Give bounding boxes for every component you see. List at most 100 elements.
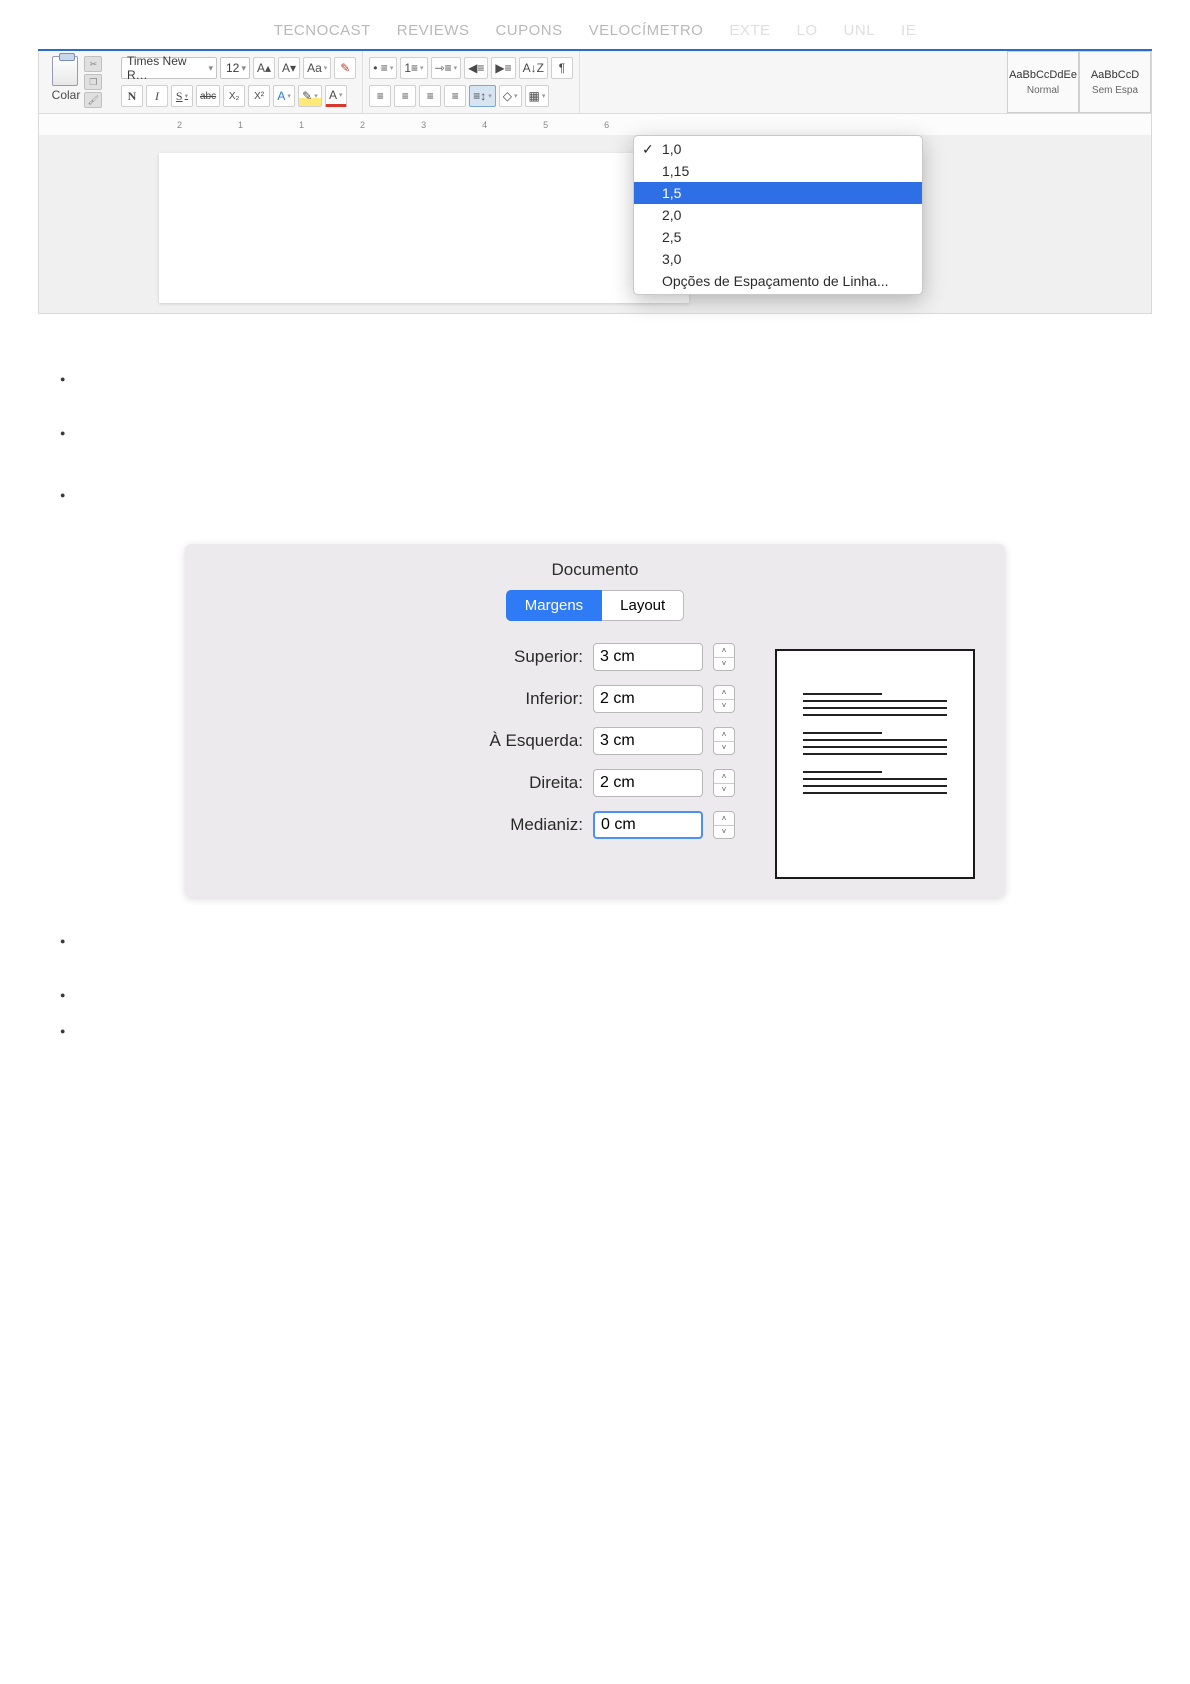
chevron-up-icon[interactable]: ˄ bbox=[714, 686, 734, 700]
bullet bbox=[60, 374, 1190, 384]
chevron-down-icon[interactable]: ˅ bbox=[714, 658, 734, 671]
horizontal-ruler[interactable]: 2 1 1 2 3 4 5 6 bbox=[39, 113, 1151, 135]
number-list-button[interactable]: 1≡ bbox=[400, 57, 427, 79]
style-preview: AaBbCcD bbox=[1091, 69, 1139, 81]
label-right: Direita: bbox=[403, 773, 583, 793]
underline-button[interactable]: S bbox=[171, 85, 193, 107]
subscript-button[interactable]: X₂ bbox=[223, 85, 245, 107]
margin-fields: Superior: 3 cm ˄˅ Inferior: 2 cm ˄˅ À Es… bbox=[215, 643, 735, 853]
line-spacing-option[interactable]: 1,0 bbox=[634, 138, 922, 160]
ruler-mark: 1 bbox=[299, 120, 304, 130]
font-name-combo[interactable]: Times New R… bbox=[121, 57, 217, 79]
tab-layout[interactable]: Layout bbox=[602, 590, 684, 621]
input-bottom[interactable]: 2 cm bbox=[593, 685, 703, 713]
stepper-bottom[interactable]: ˄˅ bbox=[713, 685, 735, 713]
indent-button[interactable]: ▶≡ bbox=[491, 57, 515, 79]
line-spacing-option[interactable]: 2,5 bbox=[634, 226, 922, 248]
styles-gallery: AaBbCcDdEe Normal AaBbCcD Sem Espa bbox=[1007, 51, 1151, 113]
chevron-down-icon[interactable]: ˅ bbox=[714, 700, 734, 713]
clear-formatting-button[interactable]: ✎ bbox=[334, 57, 356, 79]
nav-item[interactable]: VELOCÍMETRO bbox=[589, 22, 704, 39]
segmented-control: Margens Layout bbox=[185, 590, 1005, 621]
style-name: Normal bbox=[1027, 85, 1059, 96]
bullet-list bbox=[60, 931, 1190, 1039]
style-preview: AaBbCcDdEe bbox=[1009, 69, 1077, 81]
chevron-down-icon[interactable]: ˅ bbox=[714, 742, 734, 755]
outdent-button[interactable]: ◀≡ bbox=[464, 57, 488, 79]
ruler-mark: 6 bbox=[604, 120, 609, 130]
margin-preview bbox=[775, 649, 975, 879]
chevron-down-icon[interactable]: ˅ bbox=[714, 784, 734, 797]
stepper-gutter[interactable]: ˄˅ bbox=[713, 811, 735, 839]
ruler-mark: 2 bbox=[177, 120, 182, 130]
superscript-button[interactable]: X² bbox=[248, 85, 270, 107]
nav-item[interactable]: EXTE bbox=[729, 22, 770, 39]
page[interactable] bbox=[159, 153, 689, 303]
stepper-right[interactable]: ˄˅ bbox=[713, 769, 735, 797]
input-top[interactable]: 3 cm bbox=[593, 643, 703, 671]
line-spacing-option[interactable]: 1,15 bbox=[634, 160, 922, 182]
shrink-font-button[interactable]: A▾ bbox=[278, 57, 300, 79]
align-justify-button[interactable]: ≡ bbox=[444, 85, 466, 107]
line-spacing-option[interactable]: 3,0 bbox=[634, 248, 922, 270]
nav-item[interactable]: TECNOCAST bbox=[274, 22, 371, 39]
bullet-list-button[interactable]: • ≡ bbox=[369, 57, 397, 79]
site-nav: TECNOCAST REVIEWS CUPONS VELOCÍMETRO EXT… bbox=[0, 0, 1190, 45]
highlight-button[interactable]: ✎ bbox=[298, 85, 322, 107]
bullet bbox=[60, 985, 1190, 1003]
cut-icon[interactable]: ✂ bbox=[84, 56, 102, 72]
chevron-up-icon[interactable]: ˄ bbox=[714, 728, 734, 742]
chevron-up-icon[interactable]: ˄ bbox=[714, 770, 734, 784]
borders-button[interactable]: ▦ bbox=[525, 85, 550, 107]
chevron-up-icon[interactable]: ˄ bbox=[714, 812, 734, 826]
chevron-down-icon[interactable]: ˅ bbox=[714, 826, 734, 839]
line-spacing-button[interactable]: ≡↕ bbox=[469, 85, 496, 107]
input-gutter[interactable]: 0 cm bbox=[593, 811, 703, 839]
stepper-top[interactable]: ˄˅ bbox=[713, 643, 735, 671]
font-size-combo[interactable]: 12 bbox=[220, 57, 250, 79]
line-spacing-option-selected[interactable]: 1,5 bbox=[634, 182, 922, 204]
copy-icon[interactable]: ❐ bbox=[84, 74, 102, 90]
grow-font-button[interactable]: A▴ bbox=[253, 57, 275, 79]
font-color-button[interactable]: A bbox=[325, 85, 347, 107]
nav-item[interactable]: CUPONS bbox=[495, 22, 562, 39]
format-painter-icon[interactable]: 🖌 bbox=[84, 92, 102, 108]
line-spacing-option[interactable]: 2,0 bbox=[634, 204, 922, 226]
tab-margins[interactable]: Margens bbox=[506, 590, 602, 621]
chevron-up-icon[interactable]: ˄ bbox=[714, 644, 734, 658]
text-effects-button[interactable]: A bbox=[273, 85, 295, 107]
align-center-button[interactable]: ≡ bbox=[394, 85, 416, 107]
nav-item[interactable]: UNL bbox=[844, 22, 876, 39]
style-no-spacing[interactable]: AaBbCcD Sem Espa bbox=[1079, 51, 1151, 113]
align-right-button[interactable]: ≡ bbox=[419, 85, 441, 107]
nav-item[interactable]: IE bbox=[901, 22, 916, 39]
style-normal[interactable]: AaBbCcDdEe Normal bbox=[1007, 51, 1079, 113]
multilevel-list-button[interactable]: ⇾≡ bbox=[431, 57, 462, 79]
strike-button[interactable]: abc bbox=[196, 85, 220, 107]
italic-button[interactable]: I bbox=[146, 85, 168, 107]
input-left[interactable]: 3 cm bbox=[593, 727, 703, 755]
pilcrow-button[interactable]: ¶ bbox=[551, 57, 573, 79]
nav-item[interactable]: REVIEWS bbox=[397, 22, 470, 39]
paste-button[interactable]: Colar bbox=[52, 56, 81, 108]
shading-button[interactable]: ◇ bbox=[499, 85, 522, 107]
label-top: Superior: bbox=[403, 647, 583, 667]
bullet-list bbox=[60, 374, 1190, 500]
line-spacing-menu: 1,0 1,15 1,5 2,0 2,5 3,0 Opções de Espaç… bbox=[633, 135, 923, 295]
stepper-left[interactable]: ˄˅ bbox=[713, 727, 735, 755]
ruler-mark: 3 bbox=[421, 120, 426, 130]
nav-item[interactable]: LO bbox=[797, 22, 818, 39]
label-gutter: Medianiz: bbox=[403, 815, 583, 835]
paragraph-group: • ≡ 1≡ ⇾≡ ◀≡ ▶≡ A↓Z ¶ ≡ ≡ ≡ ≡ ≡↕ ◇ ▦ bbox=[363, 51, 580, 113]
align-left-button[interactable]: ≡ bbox=[369, 85, 391, 107]
sort-button[interactable]: A↓Z bbox=[519, 57, 548, 79]
font-group: Times New R… 12 A▴ A▾ Aa ✎ N I S abc X₂ … bbox=[115, 51, 363, 113]
bold-button[interactable]: N bbox=[121, 85, 143, 107]
paste-label: Colar bbox=[52, 88, 81, 102]
change-case-button[interactable]: Aa bbox=[303, 57, 331, 79]
ruler-mark: 1 bbox=[238, 120, 243, 130]
label-left: À Esquerda: bbox=[403, 731, 583, 751]
bullet bbox=[60, 931, 1190, 949]
line-spacing-options-more[interactable]: Opções de Espaçamento de Linha... bbox=[634, 270, 922, 292]
input-right[interactable]: 2 cm bbox=[593, 769, 703, 797]
